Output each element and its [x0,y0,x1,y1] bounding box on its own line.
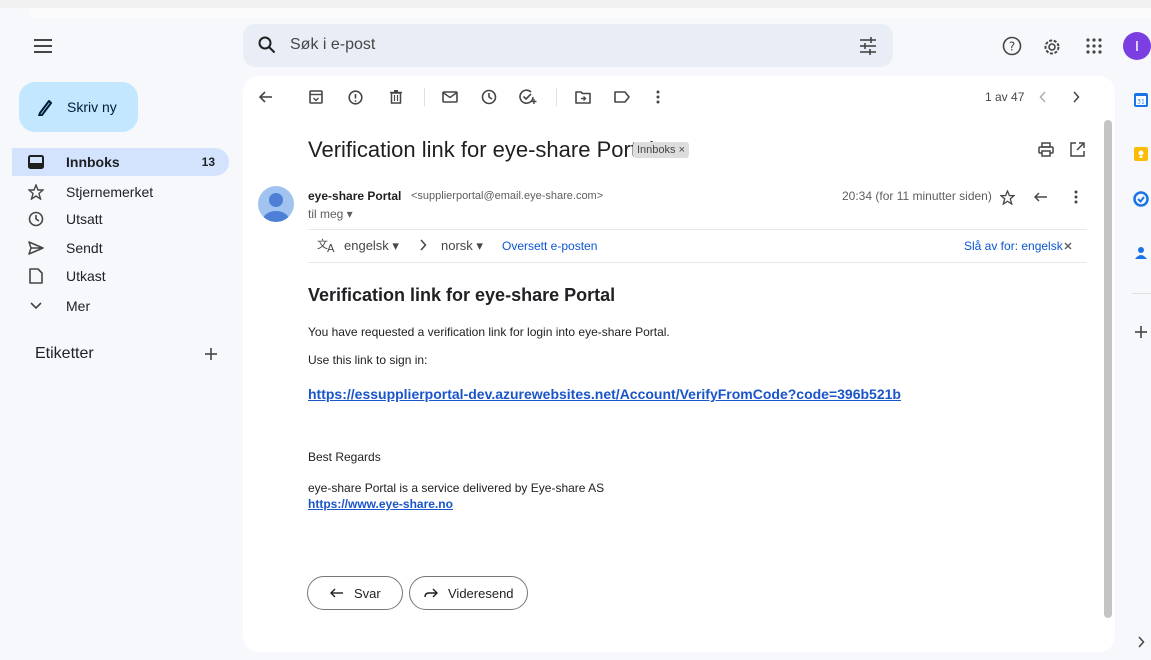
inbox-icon [26,152,46,172]
add-addon-icon[interactable] [1131,322,1151,342]
send-icon [26,238,46,258]
sender-avatar [258,186,294,222]
calendar-icon[interactable]: 31 [1131,90,1151,110]
contacts-icon[interactable] [1131,243,1151,263]
mark-unread-mail-icon[interactable] [438,86,462,108]
verification-link[interactable]: https://essupplierportal-dev.azurewebsit… [308,386,901,402]
search-options-icon[interactable] [856,34,880,58]
sidebar-item-label: Sendt [66,240,103,256]
search-input[interactable]: Søk i e-post [290,35,790,55]
sidebar-item-starred[interactable]: Stjernemerket [12,178,229,206]
company-website-link[interactable]: https://www.eye-share.no [308,497,453,511]
archive-icon[interactable] [304,86,328,108]
newer-chevron-left-icon[interactable] [1031,86,1055,108]
forward-icon [424,588,438,598]
sidebar-item-inbox[interactable]: Innboks 13 [12,148,229,176]
keep-notes-icon[interactable] [1131,144,1151,164]
source-language-label: engelsk [344,238,389,253]
sidebar-item-sent[interactable]: Sendt [12,234,229,262]
star-icon [26,182,46,202]
search-icon[interactable] [256,34,278,56]
move-to-folder-icon[interactable] [571,86,595,108]
received-time: 20:34 (for 11 minutter siden) [842,189,992,203]
disable-translation-link[interactable]: Slå av for: engelsk [964,239,1063,253]
sidebar-item-drafts[interactable]: Utkast [12,262,229,290]
unread-count: 13 [201,155,215,169]
translate-message-link[interactable]: Oversett e-posten [502,239,597,253]
close-icon[interactable] [1062,239,1074,253]
compose-button[interactable]: Skriv ny [19,82,138,132]
forward-label: Videresend [448,585,514,601]
pagination-count: 1 av 47 [985,90,1025,104]
chevron-right-icon [416,238,430,252]
labels-heading: Etiketter [35,345,94,362]
main-menu-icon[interactable] [24,32,64,60]
email-subject: Verification link for eye-share Portal [308,137,655,162]
tasks-icon[interactable] [1131,189,1151,209]
add-label-icon[interactable] [200,343,222,365]
message-scrollbar[interactable] [1104,120,1112,618]
clock-icon [26,209,46,229]
body-paragraph: Use this link to sign in: [308,353,428,367]
compose-label: Skriv ny [67,99,117,115]
source-language-select[interactable]: engelsk ▾ [344,238,399,254]
expand-panel-chevron-icon[interactable] [1131,632,1151,652]
open-new-window-icon[interactable] [1066,138,1088,160]
snooze-clock-icon[interactable] [477,86,501,108]
help-icon[interactable]: ? [1001,35,1023,57]
sidebar-item-label: Innboks [66,154,120,170]
svg-text:31: 31 [1137,99,1145,106]
reply-label: Svar [354,585,381,601]
draft-file-icon [26,266,46,286]
more-vert-icon[interactable] [1066,188,1086,206]
reply-icon [330,588,344,598]
svg-text:A: A [327,242,335,253]
sidebar-item-label: Utkast [66,268,106,284]
print-icon[interactable] [1035,138,1057,160]
google-apps-icon[interactable] [1083,35,1105,57]
body-footer: eye-share Portal is a service delivered … [308,481,605,495]
back-arrow-icon[interactable] [254,86,278,108]
body-heading: Verification link for eye-share Portal [308,285,616,305]
settings-gear-icon[interactable] [1040,35,1064,59]
sidebar-item-label: Mer [66,298,91,314]
trash-icon[interactable] [384,86,408,108]
svg-text:?: ? [1009,40,1015,54]
pencil-icon [37,98,53,116]
account-avatar[interactable]: I [1123,32,1151,60]
sidebar-item-label: Stjernemerket [66,184,154,200]
add-task-icon[interactable] [516,86,540,108]
body-regards: Best Regards [308,450,381,464]
target-language-select[interactable]: norsk ▾ [441,238,483,254]
reply-icon[interactable] [1031,188,1051,206]
chevron-down-icon [26,296,46,316]
sender-name: eye-share Portal [308,189,402,203]
sidebar-item-label: Utsatt [66,211,103,227]
recipient-details-toggle[interactable]: til meg ▾ [308,207,353,221]
star-icon[interactable] [997,188,1017,206]
forward-button[interactable]: Videresend [409,576,528,610]
body-paragraph: You have requested a verification link f… [308,325,670,339]
target-language-label: norsk [441,238,473,253]
reply-button[interactable]: Svar [307,576,403,610]
older-chevron-right-icon[interactable] [1064,86,1088,108]
report-spam-icon[interactable] [343,86,367,108]
label-tag-icon[interactable] [610,86,634,108]
inbox-label-chip[interactable]: Innboks × [633,142,690,158]
sidebar-item-more[interactable]: Mer [12,292,229,320]
translate-icon: 文A [316,235,338,255]
sender-email: <supplierportal@email.eye-share.com> [411,190,604,202]
sidebar-item-snoozed[interactable]: Utsatt [12,205,229,233]
more-vert-icon[interactable] [646,86,670,108]
